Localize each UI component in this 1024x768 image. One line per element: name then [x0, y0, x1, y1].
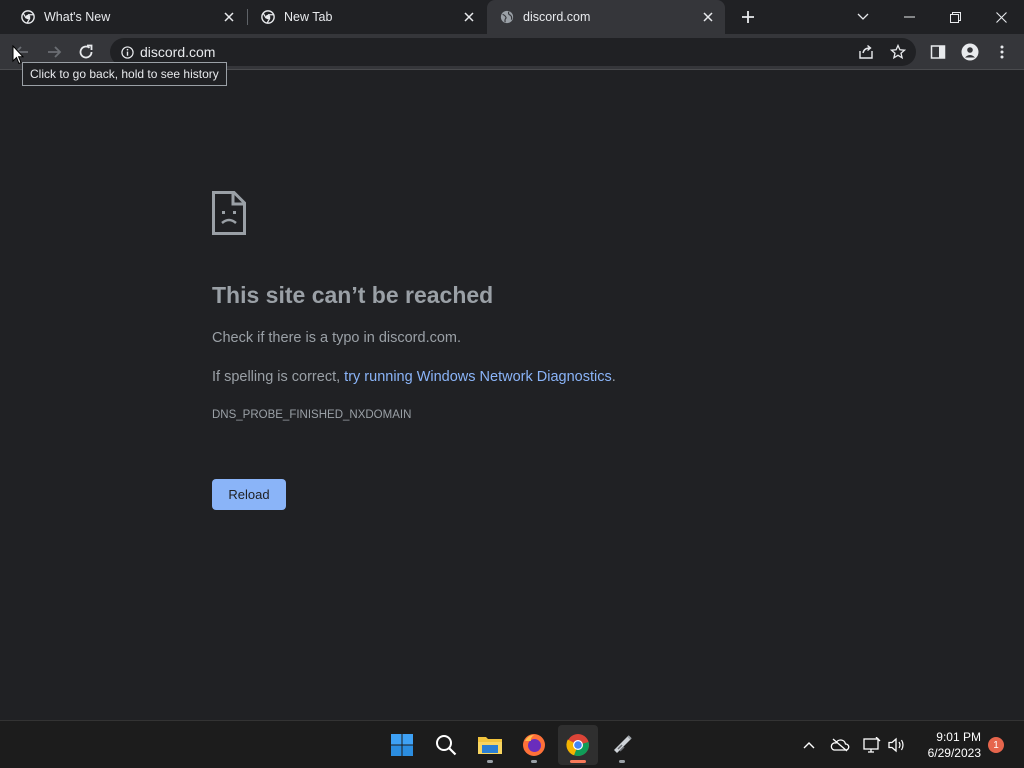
kebab-menu-icon — [1000, 45, 1004, 59]
network-icon — [863, 737, 881, 753]
running-indicator — [487, 760, 493, 763]
tab-title: New Tab — [284, 10, 333, 24]
star-icon — [890, 44, 906, 60]
info-icon[interactable] — [120, 45, 134, 59]
pen-app-button[interactable] — [602, 725, 642, 765]
firefox-button[interactable] — [514, 725, 554, 765]
running-indicator — [531, 760, 537, 763]
suggestion-prefix: If spelling is correct, — [212, 369, 345, 385]
search-icon — [436, 735, 457, 756]
reload-icon — [79, 44, 93, 59]
menu-button[interactable] — [988, 38, 1016, 66]
volume-button[interactable] — [886, 733, 906, 757]
clock[interactable]: 9:01 PM 6/29/2023 — [915, 729, 981, 761]
globe-icon — [499, 9, 515, 25]
firefox-icon — [523, 734, 545, 756]
onedrive-button[interactable] — [830, 733, 850, 757]
mouse-cursor-icon — [12, 45, 24, 65]
side-panel-icon — [930, 45, 946, 59]
avatar-icon — [961, 43, 979, 61]
plus-icon — [742, 11, 754, 23]
notification-badge[interactable]: 1 — [988, 737, 1004, 753]
network-diagnostics-link[interactable]: try running Windows Network Diagnostics — [344, 369, 612, 385]
share-icon — [859, 44, 873, 59]
forward-arrow-icon — [48, 46, 62, 58]
tab-new-tab[interactable]: New Tab — [240, 0, 486, 34]
chrome-icon — [260, 9, 276, 25]
error-suggestion-typo: Check if there is a typo in discord.com. — [212, 330, 462, 346]
chrome-color-icon — [566, 734, 589, 757]
clock-date: 6/29/2023 — [927, 746, 981, 760]
volume-icon — [888, 737, 904, 753]
minimize-button[interactable] — [886, 0, 932, 34]
clock-time: 9:01 PM — [936, 730, 981, 744]
network-button[interactable] — [862, 733, 882, 757]
error-title: This site can’t be reached — [212, 282, 494, 308]
close-window-button[interactable] — [978, 0, 1024, 34]
tab-discord[interactable]: discord.com — [487, 0, 725, 34]
taskbar: 9:01 PM 6/29/2023 1 — [0, 720, 1024, 768]
chevron-down-icon — [857, 13, 869, 20]
screen: What's New New Tab discord.com discord.c… — [0, 0, 1024, 768]
tab-title: What's New — [44, 10, 111, 24]
tab-search-button[interactable] — [840, 0, 886, 34]
windows-icon — [391, 734, 413, 756]
new-tab-button[interactable] — [736, 5, 760, 29]
profile-button[interactable] — [956, 38, 984, 66]
restore-icon — [949, 11, 961, 23]
bookmark-button[interactable] — [884, 38, 912, 66]
tab-title: discord.com — [523, 10, 591, 24]
restore-button[interactable] — [932, 0, 978, 34]
address-bar[interactable]: discord.com — [110, 38, 916, 66]
running-indicator — [619, 760, 625, 763]
tab-strip: What's New New Tab discord.com — [0, 0, 1024, 34]
minimize-icon — [903, 16, 915, 18]
reload-button[interactable]: Reload — [212, 479, 286, 510]
close-tab-icon[interactable] — [699, 8, 717, 26]
chrome-icon — [20, 9, 36, 25]
pen-icon — [614, 735, 632, 753]
sad-page-icon — [212, 191, 246, 235]
side-panel-button[interactable] — [924, 38, 952, 66]
close-tab-icon[interactable] — [220, 8, 238, 26]
close-icon — [995, 11, 1007, 23]
page-content: This site can’t be reached Check if ther… — [0, 71, 1024, 720]
chevron-up-icon — [803, 742, 815, 749]
chrome-taskbar-button[interactable] — [558, 725, 598, 765]
active-indicator — [570, 760, 586, 763]
close-tab-icon[interactable] — [460, 8, 478, 26]
show-hidden-icons-button[interactable] — [799, 733, 819, 757]
error-code: DNS_PROBE_FINISHED_NXDOMAIN — [212, 409, 412, 421]
share-button[interactable] — [852, 38, 880, 66]
tab-whats-new[interactable]: What's New — [0, 0, 246, 34]
address-text[interactable]: discord.com — [140, 44, 215, 60]
file-explorer-button[interactable] — [470, 725, 510, 765]
start-button[interactable] — [382, 725, 422, 765]
search-button[interactable] — [426, 725, 466, 765]
back-button-tooltip: Click to go back, hold to see history — [22, 62, 227, 86]
suggestion-suffix: . — [611, 369, 616, 385]
folder-icon — [478, 737, 502, 754]
cloud-off-icon — [830, 738, 850, 752]
error-suggestion-diagnostics: If spelling is correct, try running Wind… — [212, 369, 616, 385]
